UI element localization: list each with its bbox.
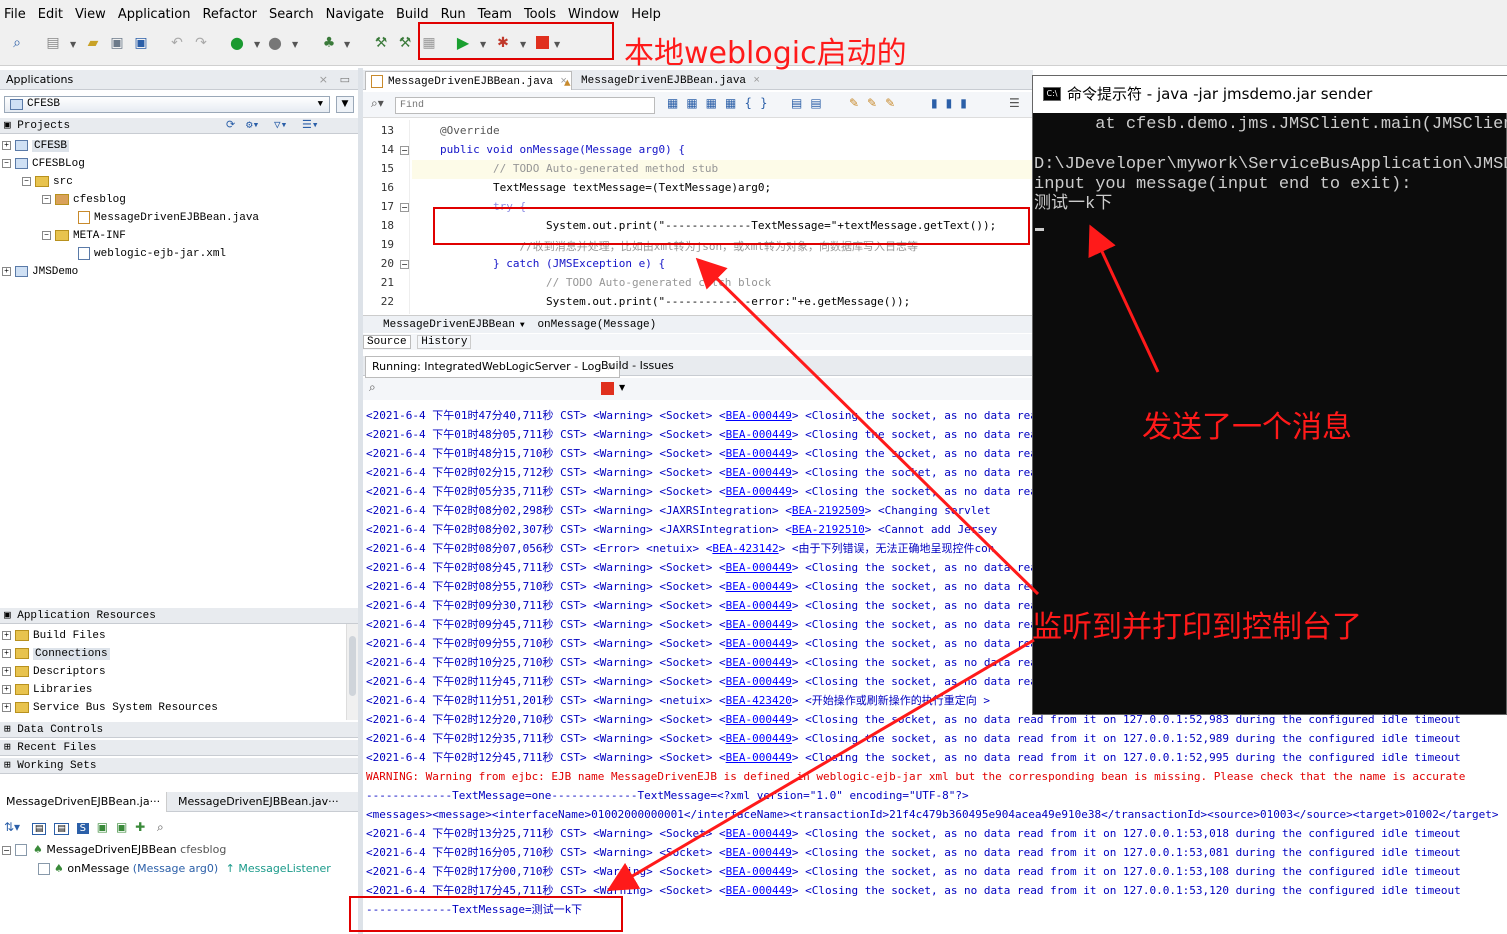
arrow-to-cmd (1088, 224, 1160, 373)
annotation-arrows (606, 224, 1160, 892)
arrow-to-code (695, 257, 1040, 596)
arrow-to-log (606, 638, 1035, 892)
